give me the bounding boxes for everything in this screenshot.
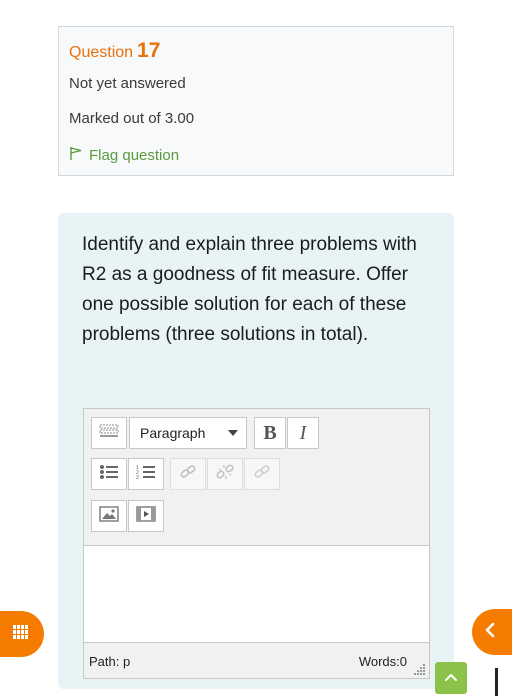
question-text: Identify and explain three problems with… — [82, 234, 417, 345]
numbered-list-icon: 123 — [136, 464, 156, 485]
svg-text:3: 3 — [136, 475, 139, 480]
navigation-grid-icon — [12, 624, 32, 645]
chevron-down-icon — [228, 430, 238, 436]
answer-status: Not yet answered — [69, 75, 186, 92]
question-title: Question 17 — [69, 39, 160, 63]
chevron-up-icon — [444, 669, 458, 687]
italic-button[interactable]: I — [287, 417, 319, 449]
bold-button[interactable]: B — [254, 417, 286, 449]
flag-question-label: Flag question — [89, 147, 180, 164]
media-icon — [136, 505, 156, 527]
paragraph-style-select[interactable]: Paragraph — [129, 417, 247, 449]
link-options-button[interactable] — [244, 458, 280, 490]
flag-question-link[interactable]: Flag question — [69, 146, 179, 165]
scroll-to-top-button[interactable] — [435, 662, 467, 694]
answer-text-area[interactable] — [84, 546, 429, 642]
text-editor: Paragraph B I 123 Path: p Words:0 — [83, 408, 430, 679]
unordered-list-button[interactable] — [91, 458, 127, 490]
editor-toolbar: Paragraph B I 123 — [84, 409, 429, 546]
question-info-panel: Question 17 Not yet answered Marked out o… — [58, 26, 454, 176]
toolbar-toggle-icon — [99, 423, 119, 444]
insert-image-button[interactable] — [91, 500, 127, 532]
unlink-icon — [216, 464, 234, 485]
marks-info: Marked out of 3.00 — [69, 110, 195, 127]
question-number: 17 — [137, 39, 161, 62]
bold-label: B — [263, 421, 277, 444]
link-icon — [179, 464, 197, 485]
insert-link-button[interactable] — [170, 458, 206, 490]
ordered-list-button[interactable]: 123 — [128, 458, 164, 490]
image-icon — [99, 505, 119, 527]
quiz-navigation-button[interactable] — [0, 611, 44, 657]
flag-icon — [69, 146, 83, 165]
insert-media-button[interactable] — [128, 500, 164, 532]
side-panel-toggle-button[interactable] — [472, 609, 512, 655]
chevron-left-icon — [484, 622, 496, 643]
resize-handle-icon[interactable] — [414, 663, 426, 675]
italic-label: I — [299, 421, 307, 444]
bullet-list-icon — [99, 464, 119, 485]
editor-statusbar: Path: p Words:0 — [84, 642, 429, 678]
text-cursor — [495, 668, 498, 696]
element-path: Path: p — [89, 654, 131, 669]
unlink-button[interactable] — [207, 458, 243, 490]
question-label: Question — [69, 44, 134, 61]
question-content: Identify and explain three problems with… — [58, 213, 454, 689]
paragraph-style-label: Paragraph — [140, 425, 206, 441]
word-count: Words:0 — [358, 654, 407, 669]
link-icon — [253, 464, 271, 485]
toolbar-toggle-button[interactable] — [91, 417, 127, 449]
